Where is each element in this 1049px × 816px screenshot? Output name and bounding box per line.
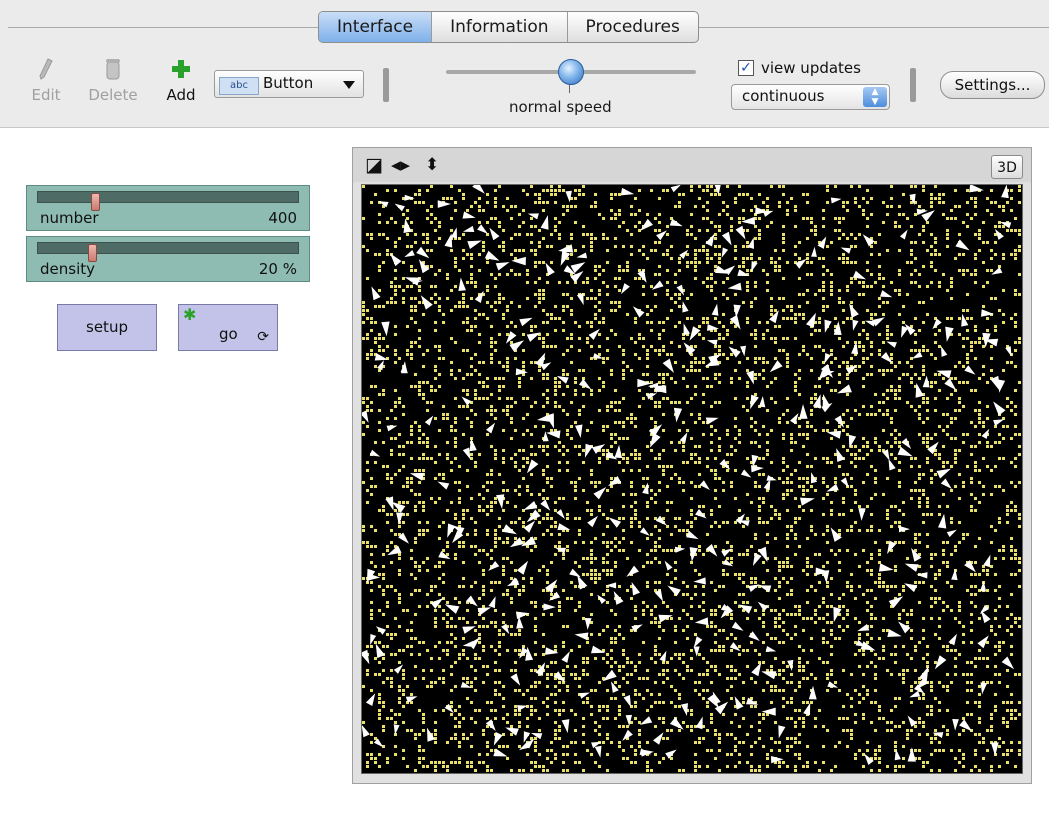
slider-track: [37, 242, 299, 262]
slider-name: density: [40, 260, 95, 278]
setup-button[interactable]: setup: [57, 304, 157, 351]
slider-track: [37, 191, 299, 211]
tab-procedures[interactable]: Procedures: [566, 12, 698, 42]
resize-corner-icon[interactable]: ◪: [365, 155, 383, 175]
chevron-down-icon: [343, 81, 355, 89]
view-updates-label: view updates: [761, 59, 861, 77]
slider-name: number: [40, 209, 99, 227]
slider-value: 400: [268, 209, 297, 227]
world-canvas[interactable]: [361, 184, 1023, 774]
delete-button[interactable]: Delete: [84, 58, 142, 104]
speed-slider-tick: [569, 85, 570, 93]
world-view: ◪ ◂▸ ⬍ 3D: [352, 147, 1032, 784]
add-label: Add: [166, 86, 196, 104]
tab-bar: Interface Information Procedures: [318, 11, 699, 43]
go-label: go: [219, 325, 238, 343]
trash-icon: [105, 59, 121, 84]
settings-button[interactable]: Settings...: [940, 71, 1045, 99]
add-button[interactable]: Add: [160, 58, 202, 104]
tab-interface[interactable]: Interface: [319, 12, 432, 42]
slider-density[interactable]: density 20 %: [26, 236, 310, 282]
plus-icon: [171, 60, 191, 84]
resize-vertical-icon[interactable]: ⬍: [425, 155, 439, 175]
go-button[interactable]: ✱ go ⟳: [178, 304, 278, 351]
edit-label: Edit: [31, 86, 61, 104]
update-mode-select[interactable]: continuous ▲ ▼: [731, 84, 890, 110]
setup-label: setup: [86, 318, 128, 336]
tab-information[interactable]: Information: [431, 12, 566, 42]
view-updates-checkbox[interactable]: ✓: [738, 60, 754, 76]
turtle-agent-icon: ✱: [183, 305, 197, 324]
toolbar-separator: [383, 68, 389, 102]
view-header: ◪ ◂▸ ⬍ 3D: [353, 148, 1031, 182]
edit-button[interactable]: Edit: [26, 58, 66, 104]
update-mode-value: continuous: [742, 87, 825, 105]
3d-view-button[interactable]: 3D: [991, 155, 1023, 179]
button-widget-icon: abc: [219, 77, 259, 95]
forever-icon: ⟳: [257, 329, 269, 345]
widget-type-value: Button: [263, 74, 314, 92]
toolbar: Interface Information Procedures Edit De…: [0, 0, 1049, 128]
slider-number[interactable]: number 400: [26, 185, 310, 231]
slider-value: 20 %: [258, 260, 297, 278]
delete-label: Delete: [88, 86, 138, 104]
toolbar-separator: [910, 68, 916, 102]
updown-arrows-icon: ▲ ▼: [863, 87, 887, 107]
speed-label: normal speed: [509, 98, 612, 116]
resize-horizontal-icon[interactable]: ◂▸: [391, 155, 410, 175]
speed-slider-knob[interactable]: [558, 59, 584, 85]
pencil-icon: [39, 58, 53, 84]
widget-type-select[interactable]: abc Button: [214, 70, 364, 98]
